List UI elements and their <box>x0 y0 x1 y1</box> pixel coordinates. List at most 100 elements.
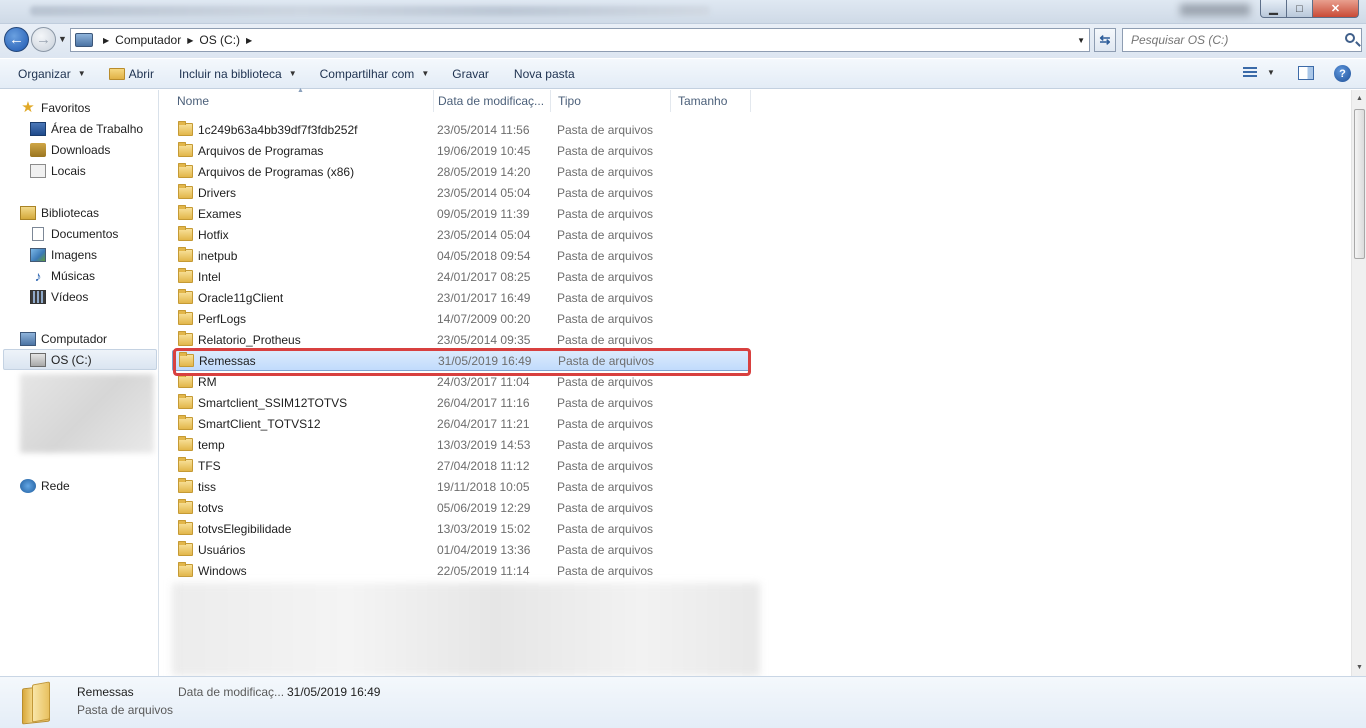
folder-icon <box>178 310 193 325</box>
file-row[interactable]: Usuários 01/04/2019 13:36 Pasta de arquivo… <box>172 539 750 560</box>
nav-images[interactable]: Imagens <box>30 245 97 264</box>
search-input[interactable] <box>1123 33 1323 47</box>
folder-icon <box>178 268 193 283</box>
chevron-right-icon[interactable]: ▶ <box>103 36 109 45</box>
file-row[interactable]: totvsElegibilidade 13/03/2019 15:02 Pasta … <box>172 518 750 539</box>
nav-libraries[interactable]: Bibliotecas <box>20 203 99 222</box>
file-row[interactable]: SmartClient_TOTVS12 26/04/2017 11:21 Pasta… <box>172 413 750 434</box>
nav-label: Rede <box>41 478 70 493</box>
file-row[interactable]: inetpub 04/05/2018 09:54 Pasta de arquivos <box>172 245 750 266</box>
forward-button[interactable]: → <box>31 27 56 52</box>
nav-documents[interactable]: Documentos <box>30 224 118 243</box>
file-type: Pasta de arquivos <box>557 458 654 473</box>
change-view-button[interactable]: ▼ <box>1243 67 1275 78</box>
file-row[interactable]: Drivers 23/05/2014 05:04 Pasta de arquivos <box>172 182 750 203</box>
file-type: Pasta de arquivos <box>557 269 654 284</box>
maximize-button[interactable]: □ <box>1286 0 1313 18</box>
file-date: 26/04/2017 11:16 <box>437 395 530 410</box>
scroll-thumb[interactable] <box>1354 109 1365 259</box>
file-date: 19/06/2019 10:45 <box>437 143 531 158</box>
file-date: 04/05/2018 09:54 <box>437 248 531 263</box>
file-date: 01/04/2019 13:36 <box>437 542 531 557</box>
file-name: Smartclient_SSIM12TOTVS <box>198 395 348 410</box>
file-type: Pasta de arquivos <box>557 542 654 557</box>
file-row[interactable]: Arquivos de Programas 19/06/2019 10:45 Pas… <box>172 140 750 161</box>
title-bar: ▁ □ ✕ <box>0 0 1366 24</box>
burn-button[interactable]: Gravar <box>438 58 498 89</box>
column-type[interactable]: Tipo <box>551 90 671 112</box>
preview-pane-button[interactable] <box>1298 66 1314 80</box>
chevron-right-icon[interactable]: ▶ <box>246 36 252 45</box>
file-date: 23/05/2014 09:35 <box>437 332 531 347</box>
refresh-button[interactable]: ⇆ <box>1094 28 1116 52</box>
nav-drive-c[interactable]: OS (C:) <box>3 349 157 370</box>
file-row[interactable]: totvs 05/06/2019 12:29 Pasta de arquivos <box>172 497 750 518</box>
refresh-icon: ⇆ <box>1099 32 1111 47</box>
nav-places[interactable]: Locais <box>30 161 86 180</box>
nav-downloads[interactable]: Downloads <box>30 140 110 159</box>
file-row[interactable]: Exames 09/05/2019 11:39 Pasta de arquivos <box>172 203 750 224</box>
file-row[interactable]: Relatorio_Protheus 23/05/2014 09:35 Pasta … <box>172 329 750 350</box>
details-name: Remessas <box>77 685 134 699</box>
search-box[interactable] <box>1122 28 1362 52</box>
folder-icon <box>178 226 193 241</box>
open-button[interactable]: Abrir <box>95 58 163 89</box>
file-row[interactable]: Hotfix 23/05/2014 05:04 Pasta de arquivos <box>172 224 750 245</box>
file-row[interactable]: temp 13/03/2019 14:53 Pasta de arquivos <box>172 434 750 455</box>
nav-network[interactable]: Rede <box>20 476 70 495</box>
file-row[interactable]: Arquivos de Programas (x86) 28/05/2019 14… <box>172 161 750 182</box>
nav-label: Músicas <box>51 268 96 283</box>
file-name: TFS <box>198 458 221 473</box>
downloads-icon <box>30 142 46 157</box>
file-name: Remessas <box>199 353 256 368</box>
file-type: Pasta de arquivos <box>557 164 654 179</box>
file-row[interactable]: PerfLogs 14/07/2009 00:20 Pasta de arquivo… <box>172 308 750 329</box>
share-button[interactable]: Compartilhar com ▼ <box>306 58 439 89</box>
file-type: Pasta de arquivos <box>557 143 654 158</box>
details-date-label: Data de modificaç... <box>178 685 285 699</box>
nav-videos[interactable]: Vídeos <box>30 287 88 306</box>
address-bar[interactable]: ▶ Computador ▶ OS (C:) ▶ ▼ <box>70 28 1090 52</box>
file-row[interactable]: tiss 19/11/2018 10:05 Pasta de arquivos <box>172 476 750 497</box>
scroll-down-icon[interactable]: ▼ <box>1352 659 1366 676</box>
new-folder-button[interactable]: Nova pasta <box>498 58 584 89</box>
folder-icon <box>178 163 193 178</box>
folder-icon <box>179 352 194 367</box>
details-type: Pasta de arquivos <box>77 703 174 717</box>
help-button[interactable]: ? <box>1334 65 1351 82</box>
file-row[interactable]: 1c249b63a4bb39df7f3fdb252f 23/05/2014 11:… <box>172 119 750 140</box>
nav-computer[interactable]: Computador <box>20 329 107 348</box>
back-button[interactable]: ← <box>4 27 29 52</box>
file-row[interactable]: Remessas 31/05/2019 16:49 Pasta de arquivo… <box>172 350 750 371</box>
network-icon <box>20 478 36 493</box>
folder-icon <box>178 205 193 220</box>
file-row[interactable]: TFS 27/04/2018 11:12 Pasta de arquivos <box>172 455 750 476</box>
folder-icon <box>178 247 193 262</box>
minimize-button[interactable]: ▁ <box>1260 0 1287 18</box>
organize-button[interactable]: Organizar ▼ <box>0 58 95 89</box>
chevron-right-icon[interactable]: ▶ <box>187 36 193 45</box>
nav-music[interactable]: ♪ Músicas <box>30 266 96 285</box>
address-dropdown-icon[interactable]: ▼ <box>1077 36 1085 45</box>
blurred-window-title <box>30 6 710 16</box>
close-button[interactable]: ✕ <box>1312 0 1359 18</box>
file-row[interactable]: Windows 22/05/2019 11:14 Pasta de arquivos <box>172 560 750 581</box>
nav-desktop[interactable]: Área de Trabalho <box>30 119 143 138</box>
breadcrumb-computer[interactable]: Computador <box>115 33 181 47</box>
file-row[interactable]: RM 24/03/2017 11:04 Pasta de arquivos <box>172 371 750 392</box>
vertical-scrollbar[interactable]: ▲ ▼ <box>1351 90 1366 676</box>
search-icon[interactable] <box>1345 33 1355 43</box>
column-size[interactable]: Tamanho <box>671 90 751 112</box>
nav-favorites[interactable]: ★ Favoritos <box>20 98 90 117</box>
recent-pages-button[interactable]: ▼ <box>58 34 67 44</box>
include-library-button[interactable]: Incluir na biblioteca ▼ <box>163 58 306 89</box>
file-row[interactable]: Smartclient_SSIM12TOTVS 26/04/2017 11:16 P… <box>172 392 750 413</box>
details-date-value: 31/05/2019 16:49 <box>287 685 381 699</box>
scroll-up-icon[interactable]: ▲ <box>1352 90 1366 107</box>
file-row[interactable]: Oracle11gClient 23/01/2017 16:49 Pasta de … <box>172 287 750 308</box>
column-date[interactable]: Data de modificaç... <box>431 90 551 112</box>
folder-icon <box>178 142 193 157</box>
breadcrumb-drive[interactable]: OS (C:) <box>199 33 240 47</box>
file-row[interactable]: Intel 24/01/2017 08:25 Pasta de arquivos <box>172 266 750 287</box>
file-name: totvs <box>198 500 224 515</box>
